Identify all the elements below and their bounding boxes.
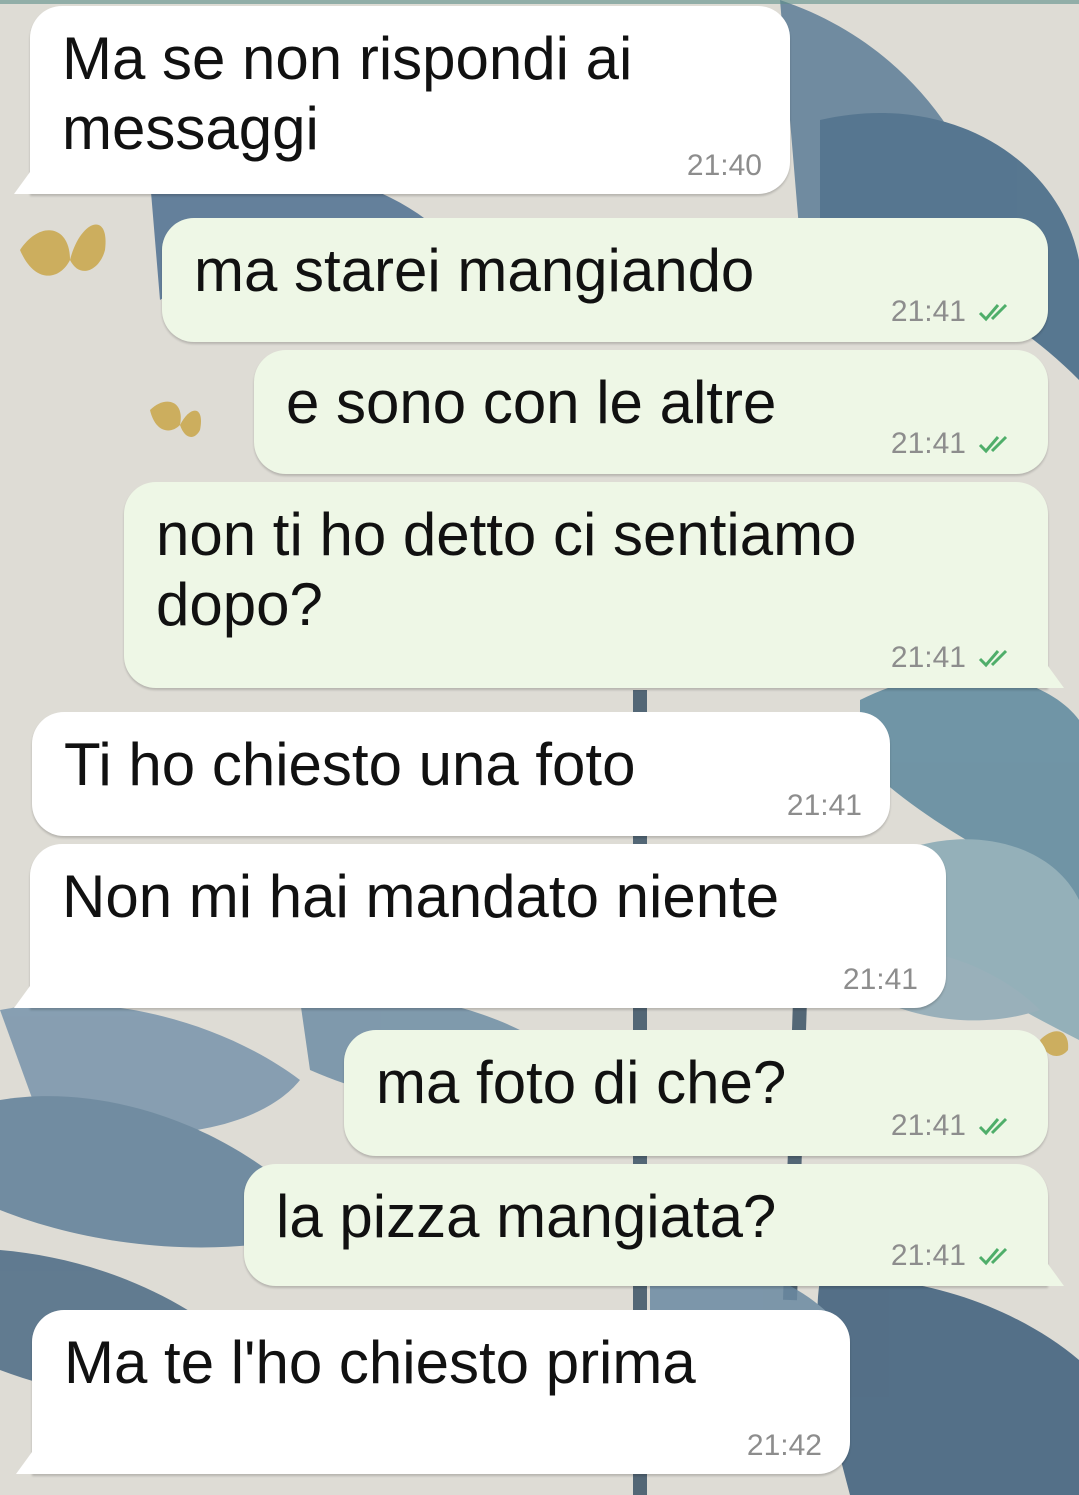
double-check-icon (978, 649, 1008, 668)
message-time: 21:41 (890, 295, 966, 328)
message-time: 21:41 (890, 1109, 966, 1142)
message-bubble-outgoing[interactable]: ma foto di che? 21:41 (344, 1030, 1048, 1156)
message-text: Non mi hai mandato niente (62, 863, 780, 930)
message-meta: 21:41 (891, 642, 1020, 674)
top-divider (0, 0, 1079, 4)
double-check-icon (978, 1117, 1008, 1136)
message-meta: 21:40 (687, 150, 762, 182)
message-text: ma starei mangiando (194, 237, 755, 304)
message-text: Ti ho chiesto una foto (64, 731, 636, 798)
message-meta: 21:41 (843, 964, 918, 996)
message-time: 21:41 (890, 427, 966, 460)
message-bubble-outgoing[interactable]: non ti ho detto ci sentiamo dopo? 21:41 (124, 482, 1064, 688)
message-bubble-incoming[interactable]: Ma te l'ho chiesto prima 21:42 (16, 1310, 850, 1474)
message-bubble-outgoing[interactable]: ma starei mangiando 21:41 (162, 218, 1048, 342)
message-time: 21:41 (786, 789, 862, 822)
message-time: 21:41 (890, 641, 966, 674)
message-text: e sono con le altre (286, 369, 777, 436)
message-bubble-outgoing[interactable]: la pizza mangiata? 21:41 (244, 1164, 1064, 1286)
double-check-icon (978, 1247, 1008, 1266)
message-meta: 21:41 (891, 428, 1020, 460)
message-bubble-incoming[interactable]: Ma se non rispondi ai messaggi 21:40 (14, 6, 790, 194)
message-time: 21:41 (842, 963, 918, 996)
message-text: non ti ho detto ci sentiamo dopo? (156, 501, 857, 638)
message-bubble-outgoing[interactable]: e sono con le altre 21:41 (254, 350, 1048, 474)
message-meta: 21:41 (891, 1110, 1020, 1142)
message-time: 21:42 (746, 1429, 822, 1462)
double-check-icon (978, 435, 1008, 454)
message-bubble-incoming[interactable]: Non mi hai mandato niente 21:41 (14, 844, 946, 1008)
message-meta: 21:41 (787, 790, 862, 822)
message-time: 21:41 (890, 1239, 966, 1272)
message-time: 21:40 (686, 149, 762, 182)
double-check-icon (978, 303, 1008, 322)
message-meta: 21:41 (891, 1240, 1020, 1272)
message-text: ma foto di che? (376, 1049, 787, 1116)
message-text: Ma te l'ho chiesto prima (64, 1329, 696, 1396)
message-text: Ma se non rispondi ai messaggi (62, 25, 633, 162)
message-meta: 21:42 (747, 1430, 822, 1462)
message-text: la pizza mangiata? (276, 1183, 777, 1250)
message-meta: 21:41 (891, 296, 1020, 328)
message-bubble-incoming[interactable]: Ti ho chiesto una foto 21:41 (32, 712, 890, 836)
